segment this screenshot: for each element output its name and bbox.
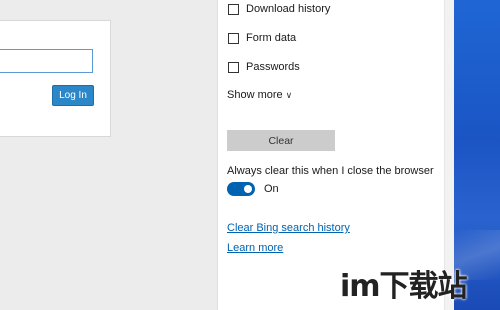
clear-bing-history-link[interactable]: Clear Bing search history [227, 222, 350, 234]
download-history-checkbox[interactable] [228, 3, 239, 15]
always-clear-label: Always clear this when I close the brows… [227, 165, 434, 177]
passwords-label: Passwords [246, 61, 300, 73]
login-card: Log In [0, 20, 111, 137]
toggle-state-label: On [264, 183, 279, 195]
login-button[interactable]: Log In [52, 85, 94, 106]
toggle-knob [244, 185, 252, 193]
web-page-area: Log In [0, 0, 217, 310]
chevron-down-icon: ∨ [285, 89, 293, 100]
checkbox-row-download-history[interactable]: Download history [228, 3, 330, 15]
form-data-label: Form data [246, 32, 297, 44]
show-more-toggle[interactable]: Show more ∨ [227, 89, 292, 101]
clear-browsing-data-panel: Download history Form data Passwords Sho… [217, 0, 446, 310]
show-more-label: Show more [227, 89, 283, 101]
download-history-label: Download history [246, 3, 331, 15]
always-clear-toggle-row: On [227, 182, 279, 196]
clear-button[interactable]: Clear [227, 130, 335, 151]
login-input[interactable] [0, 49, 93, 73]
watermark-logo: im下载站 [340, 269, 468, 304]
passwords-checkbox[interactable] [228, 61, 239, 73]
always-clear-toggle[interactable] [227, 182, 255, 196]
learn-more-link[interactable]: Learn more [227, 242, 283, 254]
checkbox-row-form-data[interactable]: Form data [228, 32, 296, 44]
checkbox-row-passwords[interactable]: Passwords [228, 61, 300, 73]
form-data-checkbox[interactable] [228, 32, 239, 44]
